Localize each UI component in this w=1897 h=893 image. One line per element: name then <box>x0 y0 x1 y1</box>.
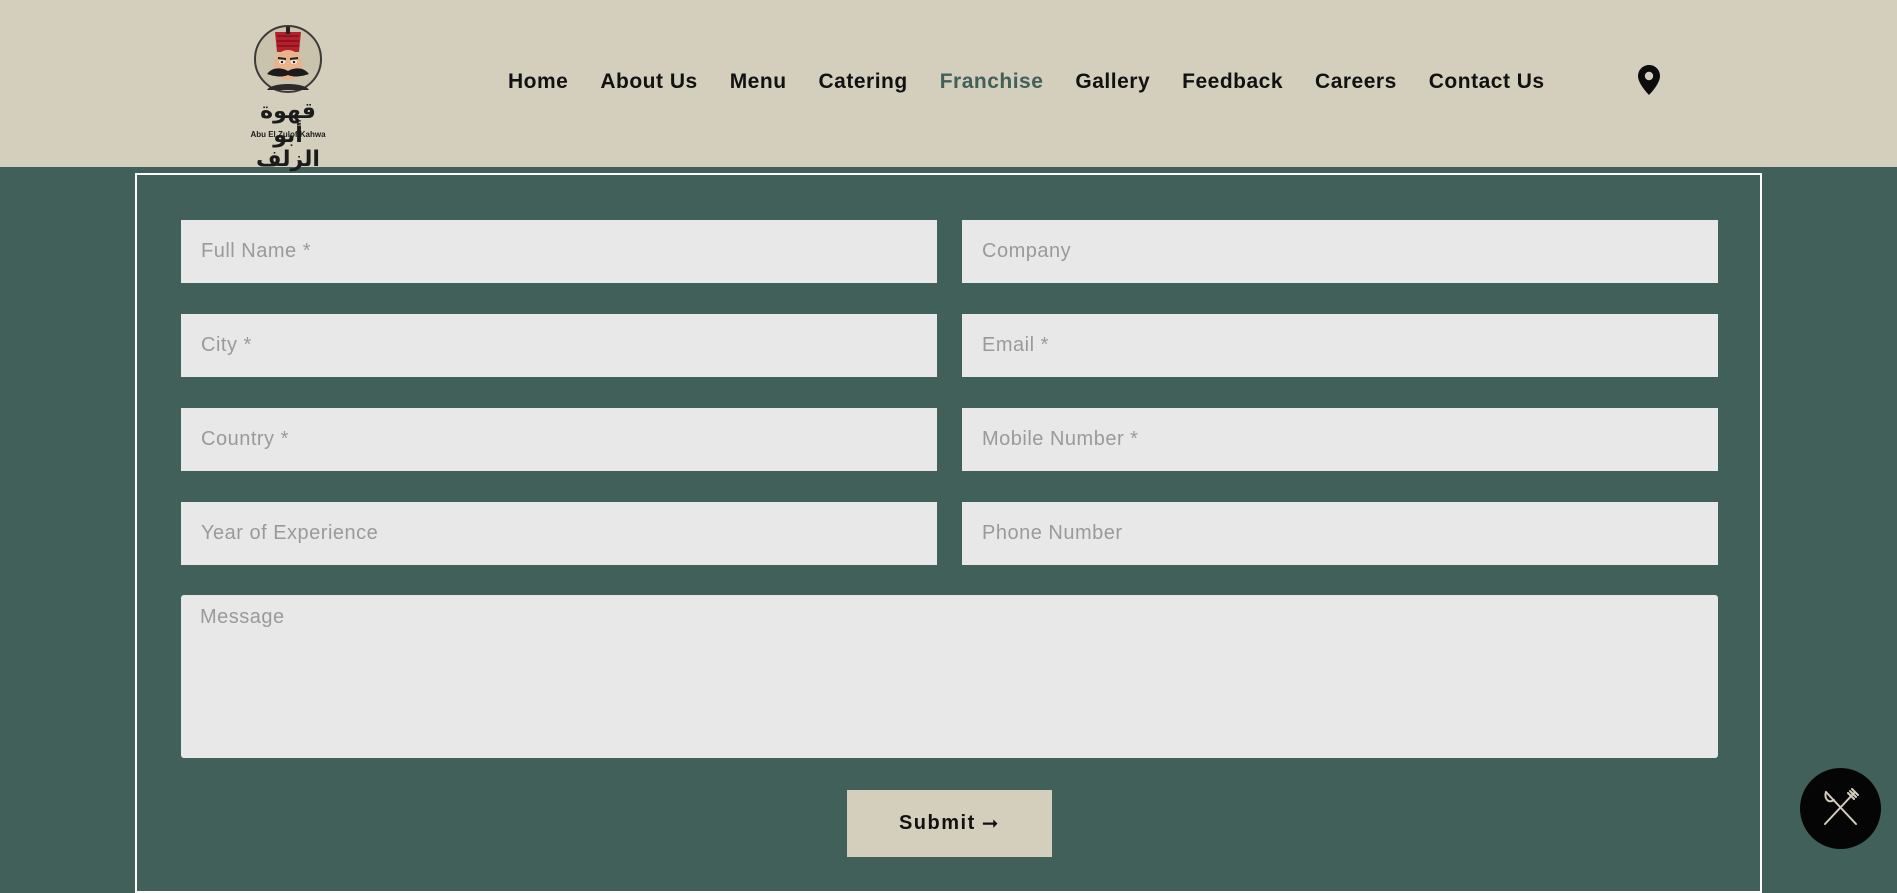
submit-button[interactable]: Submit ➞ <box>847 790 1052 857</box>
nav-item-careers[interactable]: Careers <box>1315 68 1397 96</box>
logo[interactable]: قهوة أبو الزلف Abu El Zulof Kahwa <box>245 24 331 172</box>
email-input[interactable] <box>962 314 1718 377</box>
menu-fab-button[interactable] <box>1800 768 1881 849</box>
city-input[interactable] <box>181 314 937 377</box>
year-of-experience-input[interactable] <box>181 502 937 565</box>
map-pin-icon[interactable] <box>1638 65 1660 95</box>
main-nav: Home About Us Menu Catering Franchise Ga… <box>508 68 1545 96</box>
mascot-logo-icon <box>253 24 323 94</box>
logo-english-text: Abu El Zulof Kahwa <box>250 130 326 139</box>
nav-item-gallery[interactable]: Gallery <box>1075 68 1150 96</box>
nav-item-feedback[interactable]: Feedback <box>1182 68 1283 96</box>
fork-knife-icon <box>1824 788 1859 825</box>
site-header: قهوة أبو الزلف Abu El Zulof Kahwa Home A… <box>0 0 1897 172</box>
country-input[interactable] <box>181 408 937 471</box>
phone-number-input[interactable] <box>962 502 1718 565</box>
nav-item-contact-us[interactable]: Contact Us <box>1429 68 1545 96</box>
company-input[interactable] <box>962 220 1718 283</box>
nav-item-franchise[interactable]: Franchise <box>940 68 1044 96</box>
nav-item-about-us[interactable]: About Us <box>600 68 697 96</box>
message-textarea[interactable] <box>181 595 1718 758</box>
nav-item-menu[interactable]: Menu <box>730 68 787 96</box>
mobile-number-input[interactable] <box>962 408 1718 471</box>
submit-label: Submit <box>898 812 976 834</box>
full-name-input[interactable] <box>181 220 937 283</box>
nav-item-home[interactable]: Home <box>508 68 568 96</box>
nav-item-catering[interactable]: Catering <box>819 68 908 96</box>
arrow-right-icon: ➞ <box>981 813 1001 835</box>
